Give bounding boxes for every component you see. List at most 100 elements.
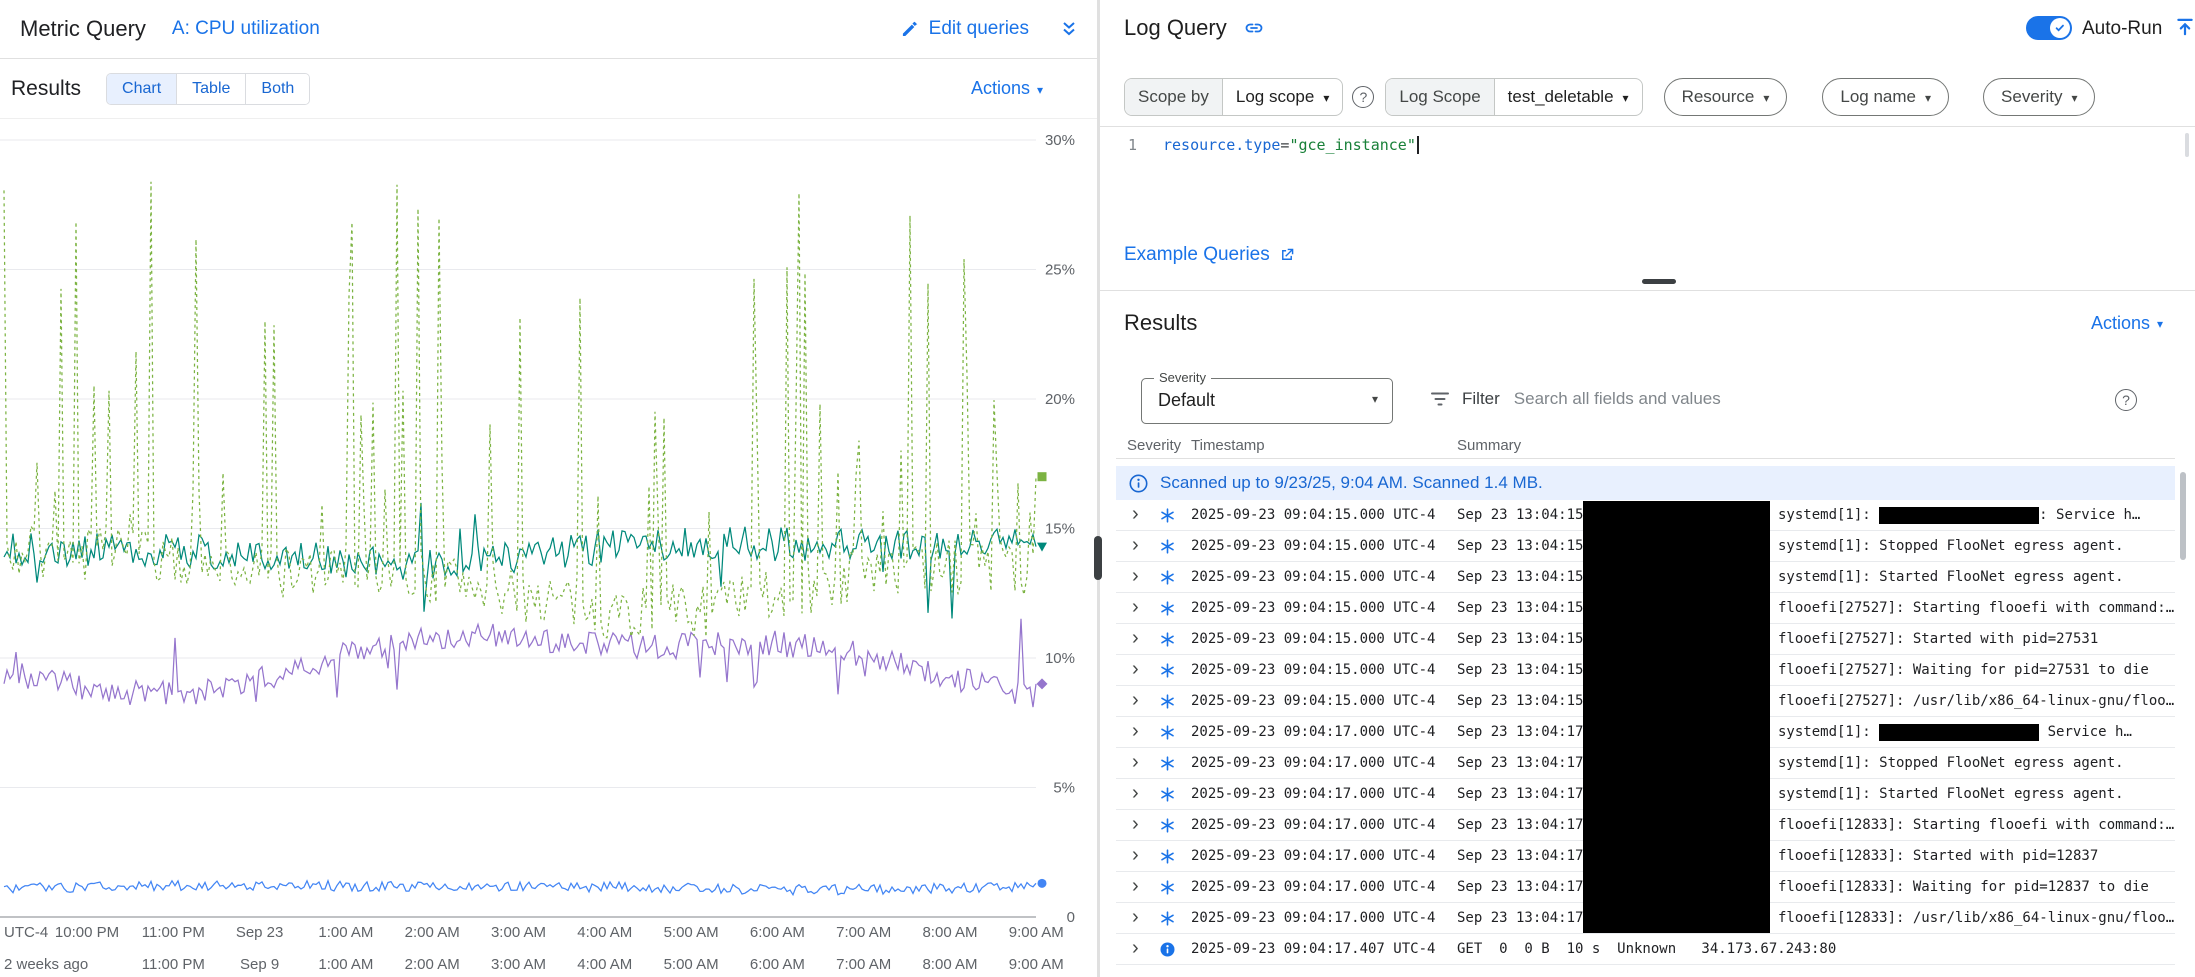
expand-row-chevron-icon[interactable]: › xyxy=(1132,810,1139,839)
tab-chart[interactable]: Chart xyxy=(107,74,176,104)
x-tick-label-secondary: 6:00 AM xyxy=(750,956,805,973)
example-queries-link[interactable]: Example Queries xyxy=(1124,244,1296,266)
scan-status-text: Scanned up to 9/23/25, 9:04 AM. Scanned … xyxy=(1160,473,1543,493)
log-filter-search[interactable]: Filter Search all fields and values xyxy=(1429,388,1721,410)
log-timestamp: 2025-09-23 09:04:17.000 UTC-4 xyxy=(1191,872,1435,903)
severity-filter-dropdown[interactable]: Severity▾ xyxy=(1983,78,2095,116)
severity-default-icon xyxy=(1160,911,1175,926)
severity-default-icon xyxy=(1160,849,1175,864)
expand-row-chevron-icon[interactable]: › xyxy=(1132,903,1139,932)
expand-row-chevron-icon[interactable]: › xyxy=(1132,562,1139,591)
y-tick-label: 30% xyxy=(1045,132,1075,149)
panel-resize-handle[interactable] xyxy=(1094,536,1102,580)
tab-chart-label: Chart xyxy=(122,80,161,98)
info-icon xyxy=(1129,474,1148,493)
log-timestamp: 2025-09-23 09:04:17.000 UTC-4 xyxy=(1191,903,1435,934)
example-queries-label: Example Queries xyxy=(1124,244,1270,266)
filter-icon xyxy=(1429,388,1451,410)
expand-row-chevron-icon[interactable]: › xyxy=(1132,593,1139,622)
query-editor[interactable]: 1 resource.type="gce_instance" xyxy=(1100,127,2195,224)
column-summary: Summary xyxy=(1457,437,1521,454)
log-summary-prefix: Sep 23 13:04:15 xyxy=(1457,624,1583,655)
x-tick-label-secondary: 8:00 AM xyxy=(922,956,977,973)
x-tick-label: 11:00 PM xyxy=(142,924,205,941)
metric-actions-button[interactable]: Actions ▾ xyxy=(971,78,1043,99)
cpu-utilization-chart[interactable]: 30%25%20%15%10%5%0UTC-410:00 PM11:00 PMS… xyxy=(0,120,1097,977)
metric-query-a-link[interactable]: A: CPU utilization xyxy=(172,18,320,40)
filter-label: Filter xyxy=(1462,389,1500,409)
log-query-toolbar: Scope by Log scope▾ ? Log Scope test_del… xyxy=(1124,78,2095,116)
severity-default-icon xyxy=(1160,632,1175,647)
y-tick-label: 0 xyxy=(1067,909,1075,926)
severity-default-icon xyxy=(1160,570,1175,585)
log-summary: flooefi[27527]: Started with pid=27531 xyxy=(1778,624,2175,655)
metric-panel-title: Metric Query xyxy=(20,16,146,42)
expand-row-chevron-icon[interactable]: › xyxy=(1132,624,1139,653)
expand-row-chevron-icon[interactable]: › xyxy=(1132,686,1139,715)
text-cursor xyxy=(1417,136,1419,154)
x-tick-label: 2:00 AM xyxy=(405,924,460,941)
check-icon xyxy=(2054,22,2066,34)
expand-row-chevron-icon[interactable]: › xyxy=(1132,748,1139,777)
x-tick-label-secondary: 4:00 AM xyxy=(577,956,632,973)
severity-filter-label: Severity xyxy=(2001,87,2062,107)
log-timestamp: 2025-09-23 09:04:15.000 UTC-4 xyxy=(1191,655,1435,686)
resource-filter-dropdown[interactable]: Resource▾ xyxy=(1664,78,1788,116)
expand-row-chevron-icon[interactable]: › xyxy=(1132,500,1139,529)
log-timestamp: 2025-09-23 09:04:17.000 UTC-4 xyxy=(1191,717,1435,748)
severity-select-label: Severity xyxy=(1154,370,1211,385)
log-scope-dropdown[interactable]: Log Scope test_deletable▾ xyxy=(1385,78,1642,116)
scope-by-value: Log scope xyxy=(1236,87,1314,107)
log-actions-label: Actions xyxy=(2091,313,2150,334)
scope-by-dropdown[interactable]: Scope by Log scope▾ xyxy=(1124,78,1343,116)
chevron-down-icon: ▾ xyxy=(1323,92,1329,104)
open-in-new-icon xyxy=(1278,246,1296,264)
x-tick-label-secondary: 2 weeks ago xyxy=(4,956,88,973)
series-end-marker-triangle xyxy=(1037,543,1047,552)
log-timestamp: 2025-09-23 09:04:17.000 UTC-4 xyxy=(1191,779,1435,810)
log-timestamp: 2025-09-23 09:04:15.000 UTC-4 xyxy=(1191,500,1435,531)
series-end-marker-diamond xyxy=(1037,678,1048,689)
log-name-filter-dropdown[interactable]: Log name▾ xyxy=(1822,78,1949,116)
x-tick-label: 4:00 AM xyxy=(577,924,632,941)
auto-run-toggle[interactable] xyxy=(2026,16,2072,40)
x-tick-label: 8:00 AM xyxy=(922,924,977,941)
x-tick-label-secondary: 11:00 PM xyxy=(142,956,205,973)
expand-row-chevron-icon[interactable]: › xyxy=(1132,717,1139,746)
tab-table[interactable]: Table xyxy=(176,74,245,104)
expand-row-chevron-icon[interactable]: › xyxy=(1132,934,1139,963)
edit-queries-button[interactable]: Edit queries xyxy=(900,18,1029,40)
results-scrollbar[interactable] xyxy=(2180,472,2186,560)
severity-select[interactable]: Severity Default ▾ xyxy=(1141,378,1393,424)
log-summary: flooefi[12833]: Waiting for pid=12837 to… xyxy=(1778,872,2175,903)
expand-row-chevron-icon[interactable]: › xyxy=(1132,841,1139,870)
expand-row-chevron-icon[interactable]: › xyxy=(1132,531,1139,560)
query-results-resize-handle[interactable] xyxy=(1642,279,1676,284)
log-actions-button[interactable]: Actions ▾ xyxy=(2091,313,2163,334)
log-row[interactable]: ›2025-09-23 09:04:17.407 UTC-4GET 0 0 B … xyxy=(1116,934,2175,965)
x-tick-label-secondary: 7:00 AM xyxy=(836,956,891,973)
collapse-panel-icon[interactable] xyxy=(2174,16,2195,43)
tab-both[interactable]: Both xyxy=(245,74,309,104)
scan-status-banner: Scanned up to 9/23/25, 9:04 AM. Scanned … xyxy=(1116,466,2175,500)
copy-link-icon[interactable] xyxy=(1244,18,1264,43)
editor-scrollbar[interactable] xyxy=(2185,133,2189,157)
y-tick-label: 10% xyxy=(1045,650,1075,667)
log-summary: flooefi[27527]: Starting flooefi with co… xyxy=(1778,593,2175,624)
log-timestamp: 2025-09-23 09:04:17.000 UTC-4 xyxy=(1191,841,1435,872)
expand-row-chevron-icon[interactable]: › xyxy=(1132,655,1139,684)
scope-help-icon[interactable]: ? xyxy=(1352,86,1374,108)
double-chevron-down-icon[interactable] xyxy=(1059,19,1079,39)
log-timestamp: 2025-09-23 09:04:15.000 UTC-4 xyxy=(1191,686,1435,717)
severity-default-icon xyxy=(1160,787,1175,802)
severity-default-icon xyxy=(1160,508,1175,523)
auto-run-label: Auto-Run xyxy=(2082,18,2162,40)
expand-row-chevron-icon[interactable]: › xyxy=(1132,872,1139,901)
tab-both-label: Both xyxy=(261,80,294,98)
chevron-down-icon: ▾ xyxy=(1623,92,1629,104)
expand-row-chevron-icon[interactable]: › xyxy=(1132,779,1139,808)
results-help-icon[interactable]: ? xyxy=(2115,389,2137,411)
severity-default-icon xyxy=(1160,663,1175,678)
log-scope-label: Log Scope xyxy=(1386,79,1494,115)
log-summary-prefix: Sep 23 13:04:17 xyxy=(1457,872,1583,903)
